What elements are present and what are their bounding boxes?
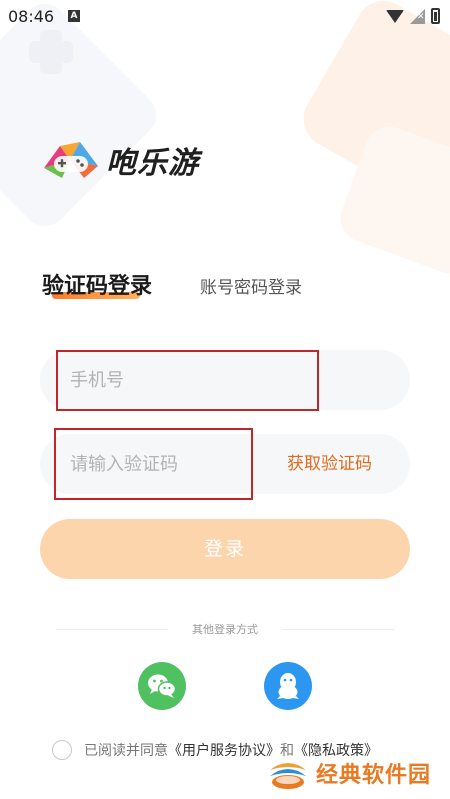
wechat-icon: [148, 674, 177, 698]
tab-sms-login-label: 验证码登录: [42, 274, 153, 299]
login-button[interactable]: 登录: [40, 519, 410, 579]
background-shape: [0, 0, 166, 236]
get-code-button[interactable]: 获取验证码: [287, 434, 372, 494]
notification-icon: A: [68, 10, 80, 22]
watermark-text: 经典软件园: [316, 763, 432, 788]
signal-icon: ✕: [410, 8, 425, 24]
gamepad-logo-icon: [40, 138, 102, 182]
status-time: 08:46: [8, 7, 55, 26]
tab-sms-login[interactable]: 验证码登录: [42, 268, 152, 300]
status-bar: 08:46 A ✕: [0, 0, 450, 32]
tab-password-login[interactable]: 账号密码登录: [200, 273, 302, 298]
login-tabs: 验证码登录 账号密码登录: [42, 268, 302, 300]
qq-login-button[interactable]: [264, 662, 312, 710]
user-agreement-link[interactable]: 《用户服务协议》: [168, 740, 280, 760]
background-shape: [293, 0, 450, 230]
wechat-login-button[interactable]: [138, 662, 186, 710]
plus-decoration: [40, 30, 62, 74]
highlight-box: [56, 350, 319, 411]
highlight-box: [54, 428, 253, 500]
watermark-logo-icon: [266, 754, 310, 792]
qq-icon: [277, 673, 299, 699]
status-icons: ✕: [386, 8, 440, 24]
background-shape: [333, 119, 450, 281]
agree-checkbox[interactable]: [52, 740, 72, 760]
plus-decoration: [29, 41, 73, 63]
brand-name: 咆乐游: [106, 146, 199, 181]
wifi-icon: [386, 9, 404, 23]
watermark: 经典软件园: [266, 754, 431, 792]
app-logo: 咆乐游: [40, 138, 199, 182]
divider: [282, 629, 394, 630]
agreement-prefix: 已阅读并同意: [84, 743, 168, 759]
battery-icon: [431, 8, 440, 24]
